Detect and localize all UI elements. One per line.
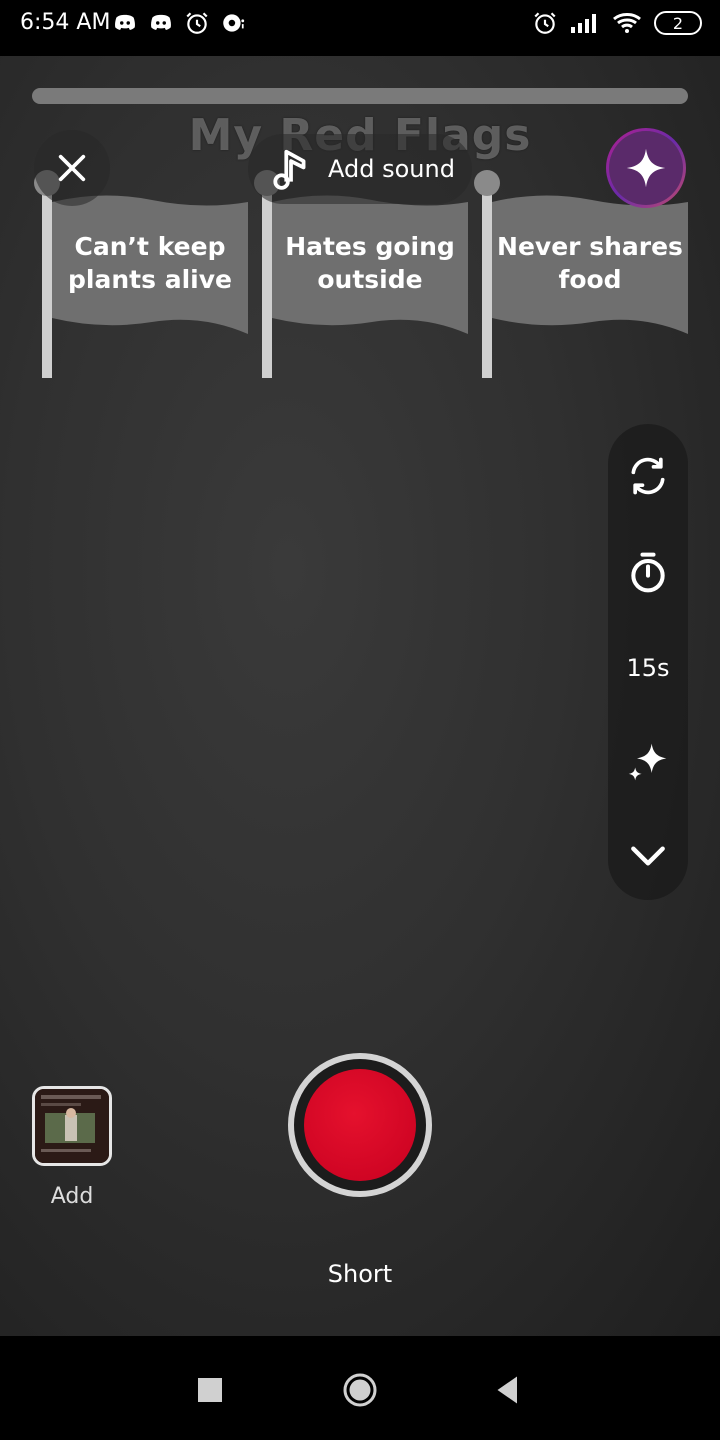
duration-label: 15s xyxy=(626,654,670,682)
flag-text: Hates going outside xyxy=(285,232,455,294)
flag-pole xyxy=(482,180,492,378)
flag-pole xyxy=(42,180,52,378)
gallery-label: Add xyxy=(50,1184,94,1209)
flag-pole xyxy=(262,180,272,378)
home-icon xyxy=(343,1373,377,1407)
camera-viewfinder[interactable]: My Red Flags Can’t keep plants alive Hat… xyxy=(0,56,720,1336)
home-button[interactable] xyxy=(342,1372,378,1408)
add-sound-label: Add sound xyxy=(328,155,455,183)
flag-text: Never shares food xyxy=(497,232,683,294)
status-bar: 6:54 AM 2 xyxy=(0,0,720,56)
gallery-preview-image xyxy=(35,1089,109,1163)
close-button[interactable] xyxy=(34,130,110,206)
flag-text: Can’t keep plants alive xyxy=(68,232,232,294)
status-time: 6:54 AM xyxy=(20,10,111,35)
alarm-icon xyxy=(186,12,208,34)
music-note-icon xyxy=(273,149,306,190)
flip-camera-icon xyxy=(631,457,665,495)
timer-button[interactable] xyxy=(608,540,688,604)
gallery-thumbnail[interactable] xyxy=(32,1086,112,1166)
add-sound-button[interactable]: Add sound xyxy=(248,134,472,204)
recording-progress-bar xyxy=(32,88,688,104)
flip-camera-button[interactable] xyxy=(608,444,688,508)
chevron-down-icon xyxy=(631,846,665,866)
discord-icon xyxy=(115,14,135,31)
recent-apps-icon xyxy=(198,1378,222,1402)
battery-level: 2 xyxy=(672,13,684,33)
sparkle-icon xyxy=(626,148,666,188)
flag-knob xyxy=(474,170,500,196)
signal-icon xyxy=(571,14,596,33)
sync-icon xyxy=(223,14,245,32)
record-button[interactable] xyxy=(288,1053,432,1197)
alarm-icon xyxy=(534,12,556,34)
effects-button[interactable] xyxy=(606,128,686,208)
capture-mode-label[interactable]: Short xyxy=(0,1260,720,1288)
battery-icon: 2 xyxy=(654,11,702,35)
notification-icons xyxy=(112,10,246,36)
retouch-button[interactable] xyxy=(608,730,688,794)
camera-toolbar: 15s xyxy=(608,424,688,900)
system-icons: 2 xyxy=(532,10,702,36)
back-button[interactable] xyxy=(490,1372,526,1408)
close-icon xyxy=(58,154,86,182)
back-icon xyxy=(497,1376,517,1404)
timer-icon xyxy=(631,552,665,593)
wifi-icon xyxy=(613,13,641,33)
recent-apps-button[interactable] xyxy=(192,1372,228,1408)
discord-icon xyxy=(151,14,171,31)
system-navigation-bar xyxy=(0,1336,720,1440)
expand-toolbar-button[interactable] xyxy=(608,824,688,888)
duration-button[interactable]: 15s xyxy=(608,636,688,700)
effects-button-inner xyxy=(609,131,683,205)
record-button-core xyxy=(304,1069,416,1181)
sparkle-icon xyxy=(628,743,667,781)
